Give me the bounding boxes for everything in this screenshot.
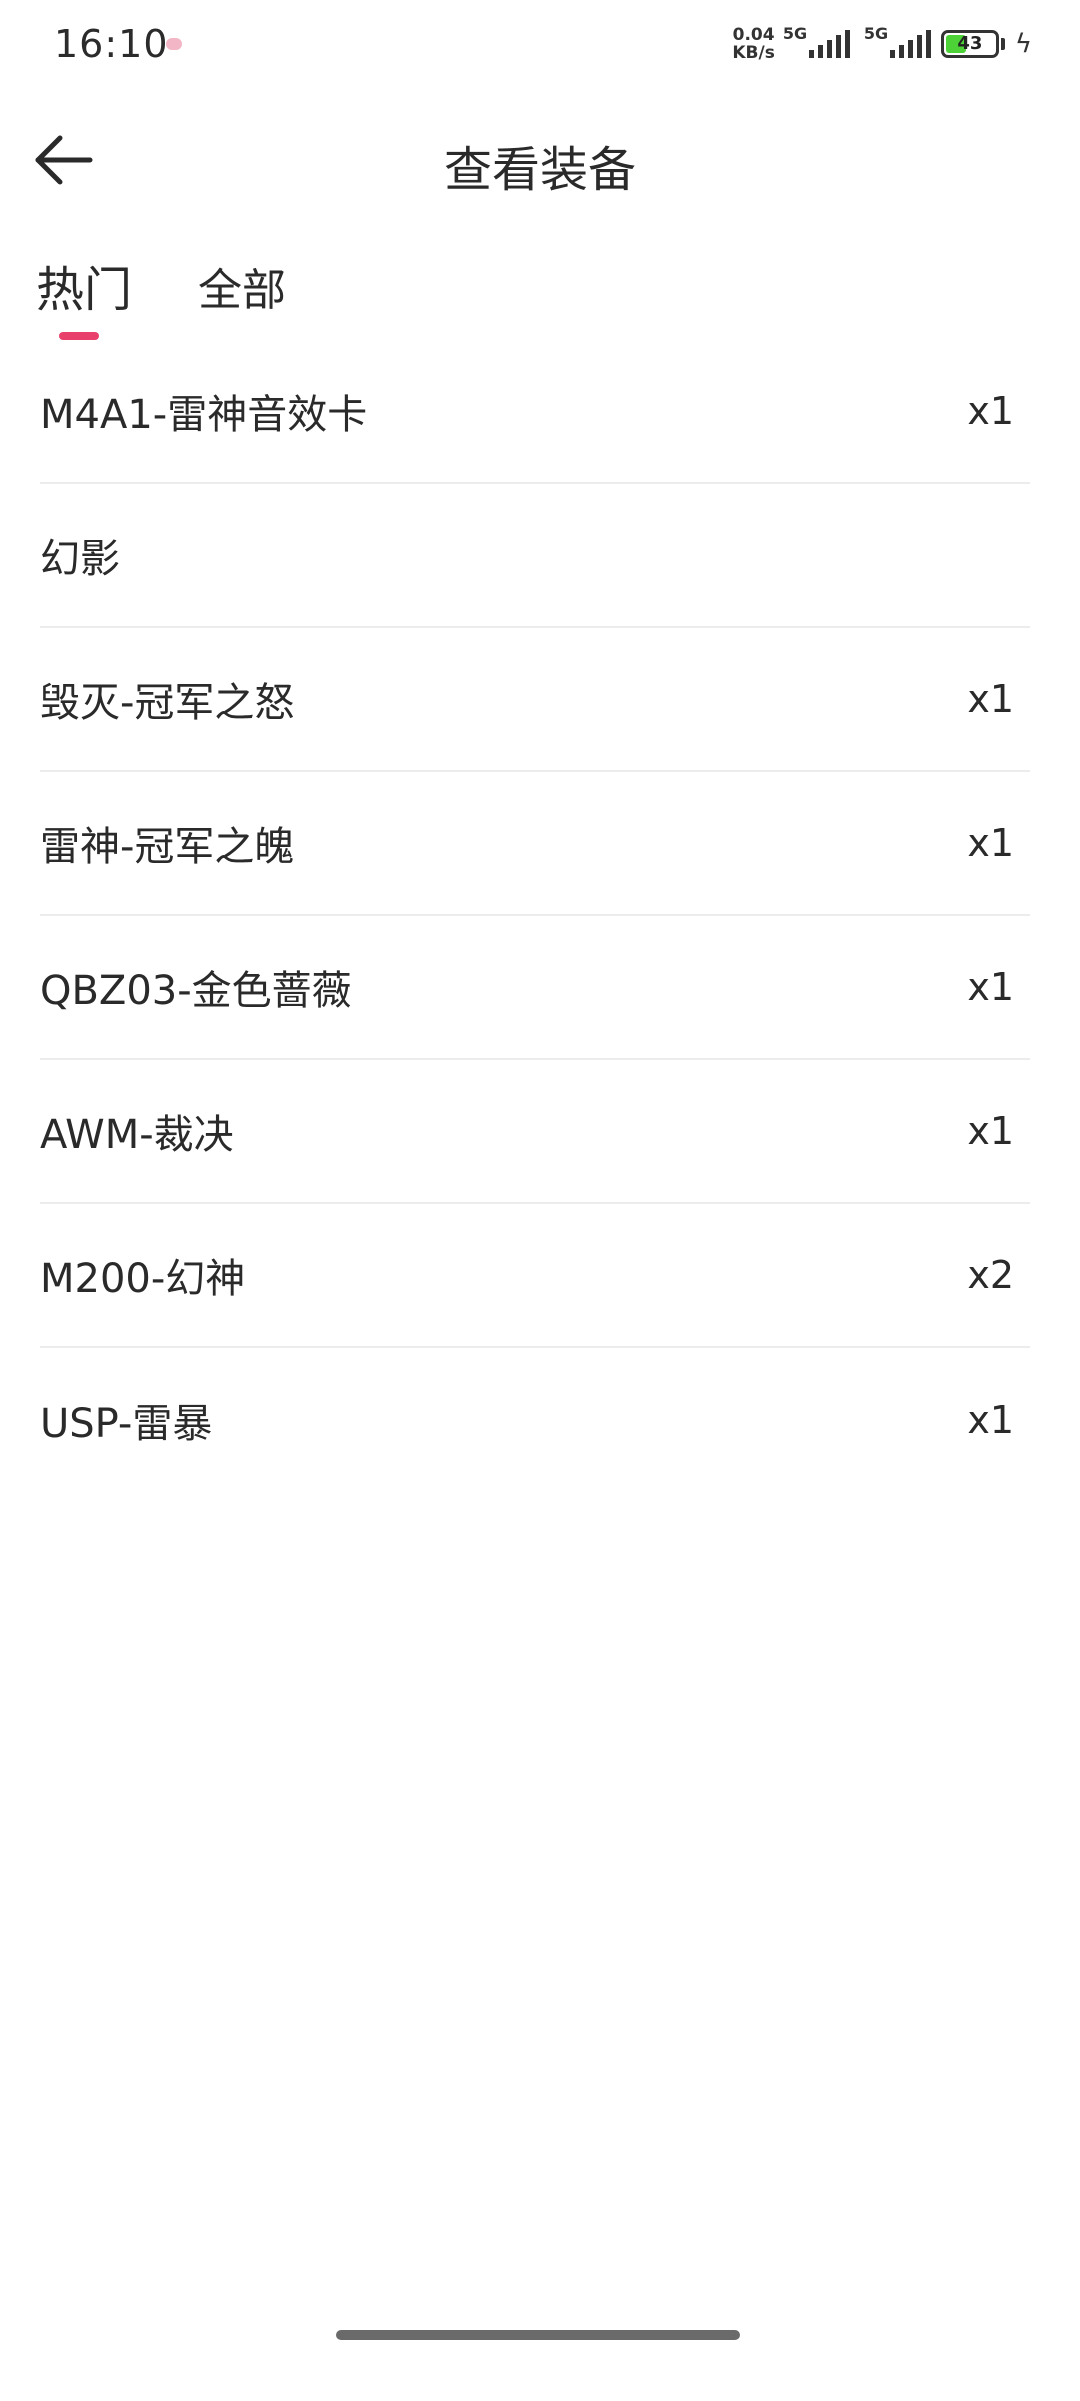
signal-gen-label: 5G [863,24,889,43]
charging-bolt-icon: ϟ [1014,29,1032,59]
battery-cap [1000,38,1005,50]
item-name: AWM-裁决 [40,1112,234,1158]
status-time: 16:10 [54,22,169,66]
item-name: 幻影 [40,536,120,582]
tab-all[interactable]: 全部 [198,250,286,330]
item-quantity: x1 [967,677,1014,721]
signal-icon: 5G [783,24,850,58]
equipment-list: M4A1-雷神音效卡 x1 幻影 毁灭-冠军之怒 x1 雷神-冠军之魄 x1 Q… [40,340,1030,1492]
item-quantity: x1 [967,1109,1014,1153]
item-quantity: x1 [967,1398,1014,1442]
item-name: QBZ03-金色蔷薇 [40,968,352,1014]
tab-bar: 热门 全部 [36,250,286,350]
list-item[interactable]: 幻影 [40,484,1030,628]
item-quantity: x1 [967,965,1014,1009]
home-indicator[interactable] [336,2330,740,2340]
header: 查看装备 [0,110,1080,210]
item-name: USP-雷暴 [40,1401,213,1447]
list-item[interactable]: USP-雷暴 x1 [40,1348,1030,1492]
list-item[interactable]: AWM-裁决 x1 [40,1060,1030,1204]
list-item[interactable]: 雷神-冠军之魄 x1 [40,772,1030,916]
network-speed-value: 0.04 [732,25,775,45]
item-name: M4A1-雷神音效卡 [40,392,368,438]
page-title: 查看装备 [443,142,636,198]
status-indicators: 0.04 KB/s 5G 5G 43 ϟ [732,22,1032,66]
list-item[interactable]: M200-幻神 x2 [40,1204,1030,1348]
item-name: 雷神-冠军之魄 [40,824,295,870]
signal-icon: 5G [864,24,931,58]
item-name: M200-幻神 [40,1256,246,1302]
page: 16:10 0.04 KB/s 5G 5G 43 ϟ 查看装备 热门 全部 M4… [0,0,1080,2401]
tab-hot[interactable]: 热门 [36,250,133,340]
item-quantity: x1 [967,389,1014,433]
list-item[interactable]: QBZ03-金色蔷薇 x1 [40,916,1030,1060]
list-item[interactable]: M4A1-雷神音效卡 x1 [40,340,1030,484]
active-tab-indicator [59,332,99,340]
battery-level: 43 [957,33,983,54]
signal-gen-label: 5G [782,24,808,43]
battery-icon: 43 [940,30,999,58]
network-speed-unit: KB/s [732,43,775,63]
item-quantity: x2 [967,1253,1014,1297]
list-item[interactable]: 毁灭-冠军之怒 x1 [40,628,1030,772]
notification-dot-icon [166,38,182,50]
tab-label: 全部 [198,265,287,316]
tab-label: 热门 [36,262,133,318]
item-quantity: x1 [967,821,1014,865]
network-speed: 0.04 KB/s [732,26,774,62]
status-bar: 16:10 0.04 KB/s 5G 5G 43 ϟ [0,0,1080,90]
item-name: 毁灭-冠军之怒 [40,680,295,726]
